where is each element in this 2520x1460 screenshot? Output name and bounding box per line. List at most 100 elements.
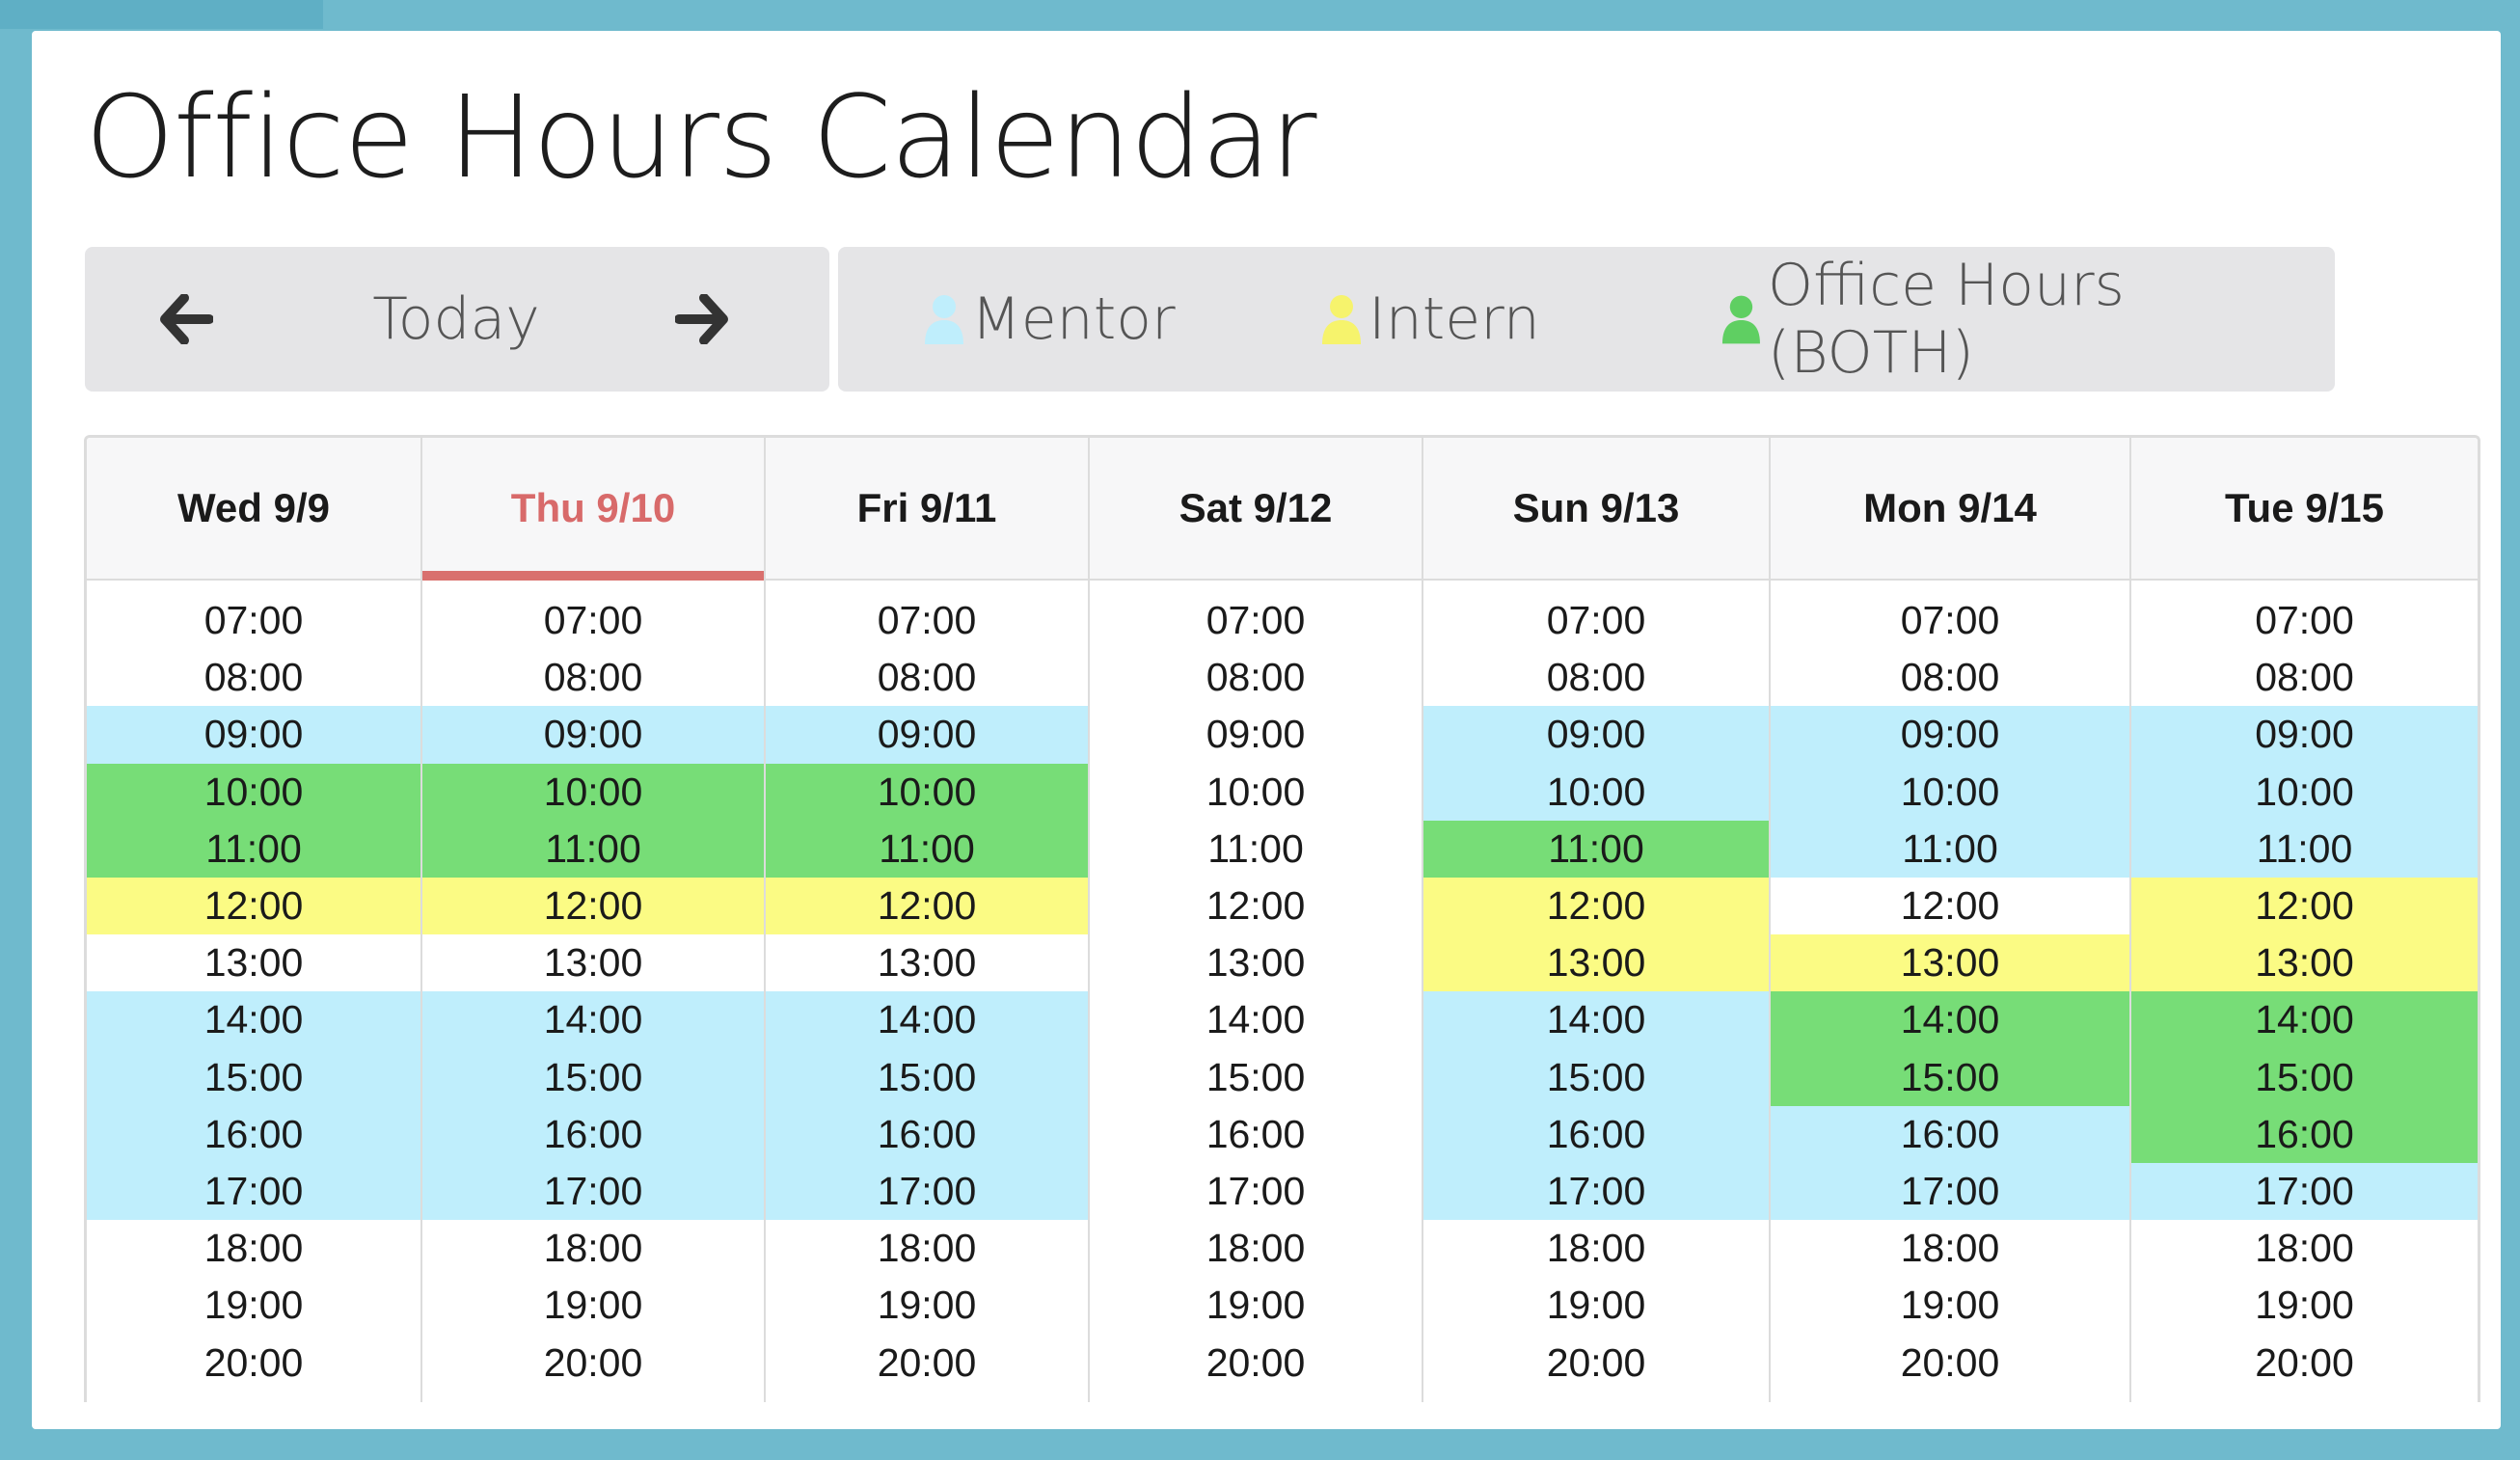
time-slot[interactable]: 07:00 <box>766 592 1088 649</box>
time-slot-mentor[interactable]: 09:00 <box>87 706 420 764</box>
time-slot-mentor[interactable]: 14:00 <box>1423 991 1769 1049</box>
time-slot[interactable]: 08:00 <box>1090 649 1422 706</box>
time-slot[interactable]: 17:00 <box>1090 1163 1422 1220</box>
time-slot-intern[interactable]: 13:00 <box>2131 934 2478 992</box>
time-slot-mentor[interactable]: 11:00 <box>2131 820 2478 878</box>
time-slot[interactable]: 19:00 <box>1771 1277 2129 1334</box>
time-slot-mentor[interactable]: 14:00 <box>87 991 420 1049</box>
time-slot[interactable]: 20:00 <box>1423 1334 1769 1391</box>
today-button[interactable]: Today <box>345 247 567 392</box>
time-slot[interactable]: 09:00 <box>1090 706 1422 763</box>
time-slot[interactable]: 07:00 <box>1090 592 1422 649</box>
time-slot[interactable]: 07:00 <box>1423 592 1769 649</box>
time-slot-mentor[interactable]: 17:00 <box>1771 1162 2129 1221</box>
time-slot-mentor[interactable]: 17:00 <box>422 1162 764 1221</box>
time-slot-intern[interactable]: 12:00 <box>766 877 1088 935</box>
time-slot-mentor[interactable]: 11:00 <box>1771 820 2129 878</box>
time-slot-mentor[interactable]: 16:00 <box>422 1105 764 1163</box>
time-slot-intern[interactable]: 12:00 <box>422 877 764 935</box>
time-slot[interactable]: 07:00 <box>87 592 420 649</box>
time-slot-mentor[interactable]: 10:00 <box>1771 763 2129 821</box>
time-slot[interactable]: 07:00 <box>1771 592 2129 649</box>
time-slot-mentor[interactable]: 16:00 <box>766 1105 1088 1163</box>
time-slot-intern[interactable]: 13:00 <box>1423 934 1769 992</box>
time-slot[interactable]: 20:00 <box>1771 1334 2129 1391</box>
time-slot[interactable]: 20:00 <box>766 1334 1088 1391</box>
time-slot-intern[interactable]: 12:00 <box>2131 877 2478 935</box>
day-header[interactable]: Wed 9/9 <box>87 438 420 581</box>
time-slot-both[interactable]: 11:00 <box>422 820 764 878</box>
time-slot[interactable]: 19:00 <box>766 1277 1088 1334</box>
day-header[interactable]: Sat 9/12 <box>1090 438 1422 581</box>
time-slot[interactable]: 19:00 <box>1090 1277 1422 1334</box>
time-slot-mentor[interactable]: 17:00 <box>766 1162 1088 1221</box>
time-slot[interactable]: 20:00 <box>422 1334 764 1391</box>
time-slot[interactable]: 18:00 <box>1090 1220 1422 1277</box>
previous-week-button[interactable] <box>143 247 230 392</box>
time-slot-intern[interactable]: 12:00 <box>87 877 420 935</box>
time-slot-mentor[interactable]: 15:00 <box>422 1048 764 1106</box>
time-slot[interactable]: 18:00 <box>766 1220 1088 1277</box>
time-slot-mentor[interactable]: 15:00 <box>1423 1048 1769 1106</box>
time-slot[interactable]: 14:00 <box>1090 991 1422 1048</box>
time-slot[interactable]: 08:00 <box>2131 649 2478 706</box>
day-header[interactable]: Sun 9/13 <box>1423 438 1769 581</box>
time-slot-both[interactable]: 15:00 <box>2131 1048 2478 1106</box>
time-slot-mentor[interactable]: 10:00 <box>2131 763 2478 821</box>
day-header[interactable]: Mon 9/14 <box>1771 438 2129 581</box>
time-slot-mentor[interactable]: 17:00 <box>87 1162 420 1221</box>
time-slot-mentor[interactable]: 10:00 <box>1423 763 1769 821</box>
time-slot[interactable]: 19:00 <box>87 1277 420 1334</box>
day-header[interactable]: Fri 9/11 <box>766 438 1088 581</box>
time-slot[interactable]: 19:00 <box>1423 1277 1769 1334</box>
time-slot[interactable]: 08:00 <box>422 649 764 706</box>
time-slot[interactable]: 08:00 <box>87 649 420 706</box>
time-slot[interactable]: 12:00 <box>1771 878 2129 934</box>
time-slot-mentor[interactable]: 09:00 <box>1423 706 1769 764</box>
time-slot[interactable]: 10:00 <box>1090 764 1422 821</box>
time-slot[interactable]: 07:00 <box>2131 592 2478 649</box>
time-slot[interactable]: 20:00 <box>87 1334 420 1391</box>
time-slot[interactable]: 19:00 <box>422 1277 764 1334</box>
time-slot-both[interactable]: 16:00 <box>2131 1105 2478 1163</box>
time-slot[interactable]: 11:00 <box>1090 821 1422 878</box>
time-slot-mentor[interactable]: 16:00 <box>1771 1105 2129 1163</box>
time-slot[interactable]: 15:00 <box>1090 1049 1422 1106</box>
time-slot-both[interactable]: 14:00 <box>1771 991 2129 1049</box>
time-slot[interactable]: 18:00 <box>2131 1220 2478 1277</box>
time-slot-intern[interactable]: 12:00 <box>1423 877 1769 935</box>
time-slot-both[interactable]: 15:00 <box>1771 1048 2129 1106</box>
time-slot-mentor[interactable]: 16:00 <box>87 1105 420 1163</box>
time-slot-both[interactable]: 14:00 <box>2131 991 2478 1049</box>
day-header[interactable]: Tue 9/15 <box>2131 438 2478 581</box>
time-slot-mentor[interactable]: 09:00 <box>766 706 1088 764</box>
time-slot-mentor[interactable]: 09:00 <box>1771 706 2129 764</box>
day-header-today[interactable]: Thu 9/10 <box>422 438 764 581</box>
time-slot[interactable]: 20:00 <box>1090 1334 1422 1391</box>
time-slot-mentor[interactable]: 14:00 <box>766 991 1088 1049</box>
time-slot-mentor[interactable]: 17:00 <box>1423 1162 1769 1221</box>
time-slot-mentor[interactable]: 14:00 <box>422 991 764 1049</box>
time-slot-mentor[interactable]: 15:00 <box>87 1048 420 1106</box>
time-slot[interactable]: 13:00 <box>766 934 1088 991</box>
next-week-button[interactable] <box>659 247 745 392</box>
time-slot-both[interactable]: 11:00 <box>766 820 1088 878</box>
time-slot[interactable]: 13:00 <box>1090 934 1422 991</box>
time-slot[interactable]: 18:00 <box>422 1220 764 1277</box>
time-slot[interactable]: 08:00 <box>1771 649 2129 706</box>
time-slot[interactable]: 08:00 <box>766 649 1088 706</box>
time-slot[interactable]: 18:00 <box>1423 1220 1769 1277</box>
time-slot[interactable]: 08:00 <box>1423 649 1769 706</box>
time-slot-both[interactable]: 11:00 <box>87 820 420 878</box>
time-slot-mentor[interactable]: 15:00 <box>766 1048 1088 1106</box>
time-slot-both[interactable]: 10:00 <box>87 763 420 821</box>
time-slot[interactable]: 18:00 <box>1771 1220 2129 1277</box>
time-slot[interactable]: 07:00 <box>422 592 764 649</box>
time-slot-both[interactable]: 11:00 <box>1423 820 1769 878</box>
time-slot[interactable]: 13:00 <box>422 934 764 991</box>
time-slot[interactable]: 18:00 <box>87 1220 420 1277</box>
time-slot-mentor[interactable]: 17:00 <box>2131 1162 2478 1221</box>
time-slot[interactable]: 16:00 <box>1090 1106 1422 1163</box>
time-slot-mentor[interactable]: 09:00 <box>2131 706 2478 764</box>
time-slot-both[interactable]: 10:00 <box>766 763 1088 821</box>
